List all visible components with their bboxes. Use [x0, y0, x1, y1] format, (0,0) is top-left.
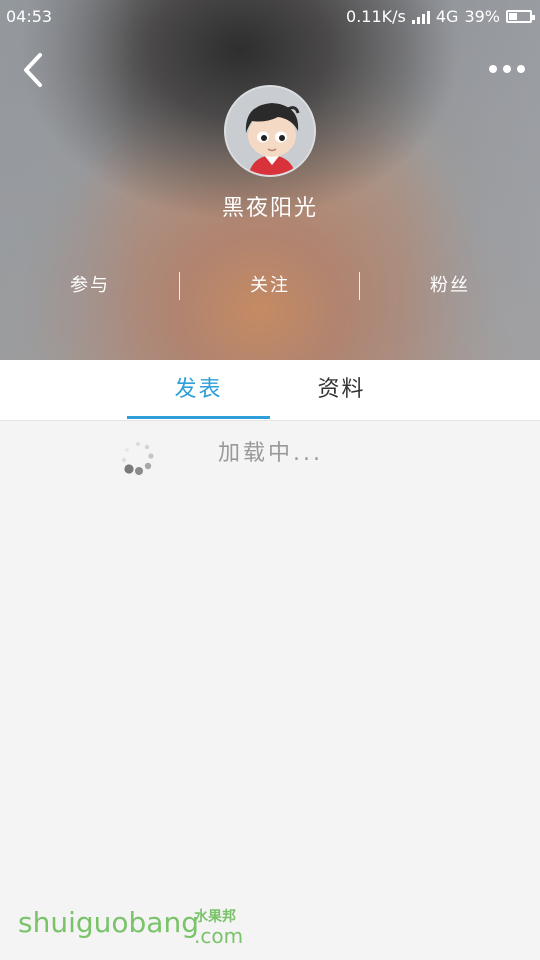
signal-icon	[411, 10, 430, 24]
profile-header-background: 04:53 0.11K/s 4G 39% 黑夜阳光 参与 关注 粉丝	[0, 0, 540, 360]
profile-screen: 04:53 0.11K/s 4G 39% 黑夜阳光 参与 关注 粉丝 发表 资料…	[0, 0, 540, 960]
network-speed: 0.11K/s	[346, 7, 406, 26]
battery-percent: 39%	[464, 7, 500, 26]
active-tab-indicator	[127, 416, 270, 419]
battery-icon	[506, 10, 535, 23]
stat-divider	[179, 272, 180, 300]
loading-spinner-icon	[121, 442, 154, 475]
chevron-left-icon	[24, 53, 42, 87]
cartoon-boy-avatar-icon	[226, 87, 314, 175]
status-time: 04:53	[6, 7, 53, 26]
tab-bar: 发表 资料	[0, 360, 540, 421]
profile-stats: 参与 关注 粉丝	[0, 268, 540, 304]
loading-indicator: 加载中...	[0, 430, 540, 480]
tab-posts[interactable]: 发表	[127, 360, 270, 420]
loading-text: 加载中...	[218, 441, 323, 466]
cover-overlay	[0, 0, 540, 360]
avatar[interactable]	[224, 85, 316, 177]
stat-participate[interactable]: 参与	[0, 268, 180, 304]
status-bar: 04:53 0.11K/s 4G 39%	[0, 0, 540, 34]
back-button[interactable]	[18, 50, 54, 90]
watermark-cn: 水果邦	[194, 909, 236, 925]
more-button[interactable]	[486, 58, 528, 80]
stat-following[interactable]: 关注	[180, 268, 360, 304]
watermark-text: shuiguobang	[18, 906, 199, 939]
stat-followers[interactable]: 粉丝	[360, 268, 540, 304]
status-right: 0.11K/s 4G 39%	[346, 7, 535, 26]
watermark-domain: .com	[194, 924, 244, 948]
username: 黑夜阳光	[221, 196, 318, 221]
tab-profile-info[interactable]: 资料	[270, 360, 413, 420]
stat-divider	[359, 272, 360, 300]
network-type: 4G	[435, 7, 459, 26]
more-horizontal-icon	[489, 65, 497, 73]
